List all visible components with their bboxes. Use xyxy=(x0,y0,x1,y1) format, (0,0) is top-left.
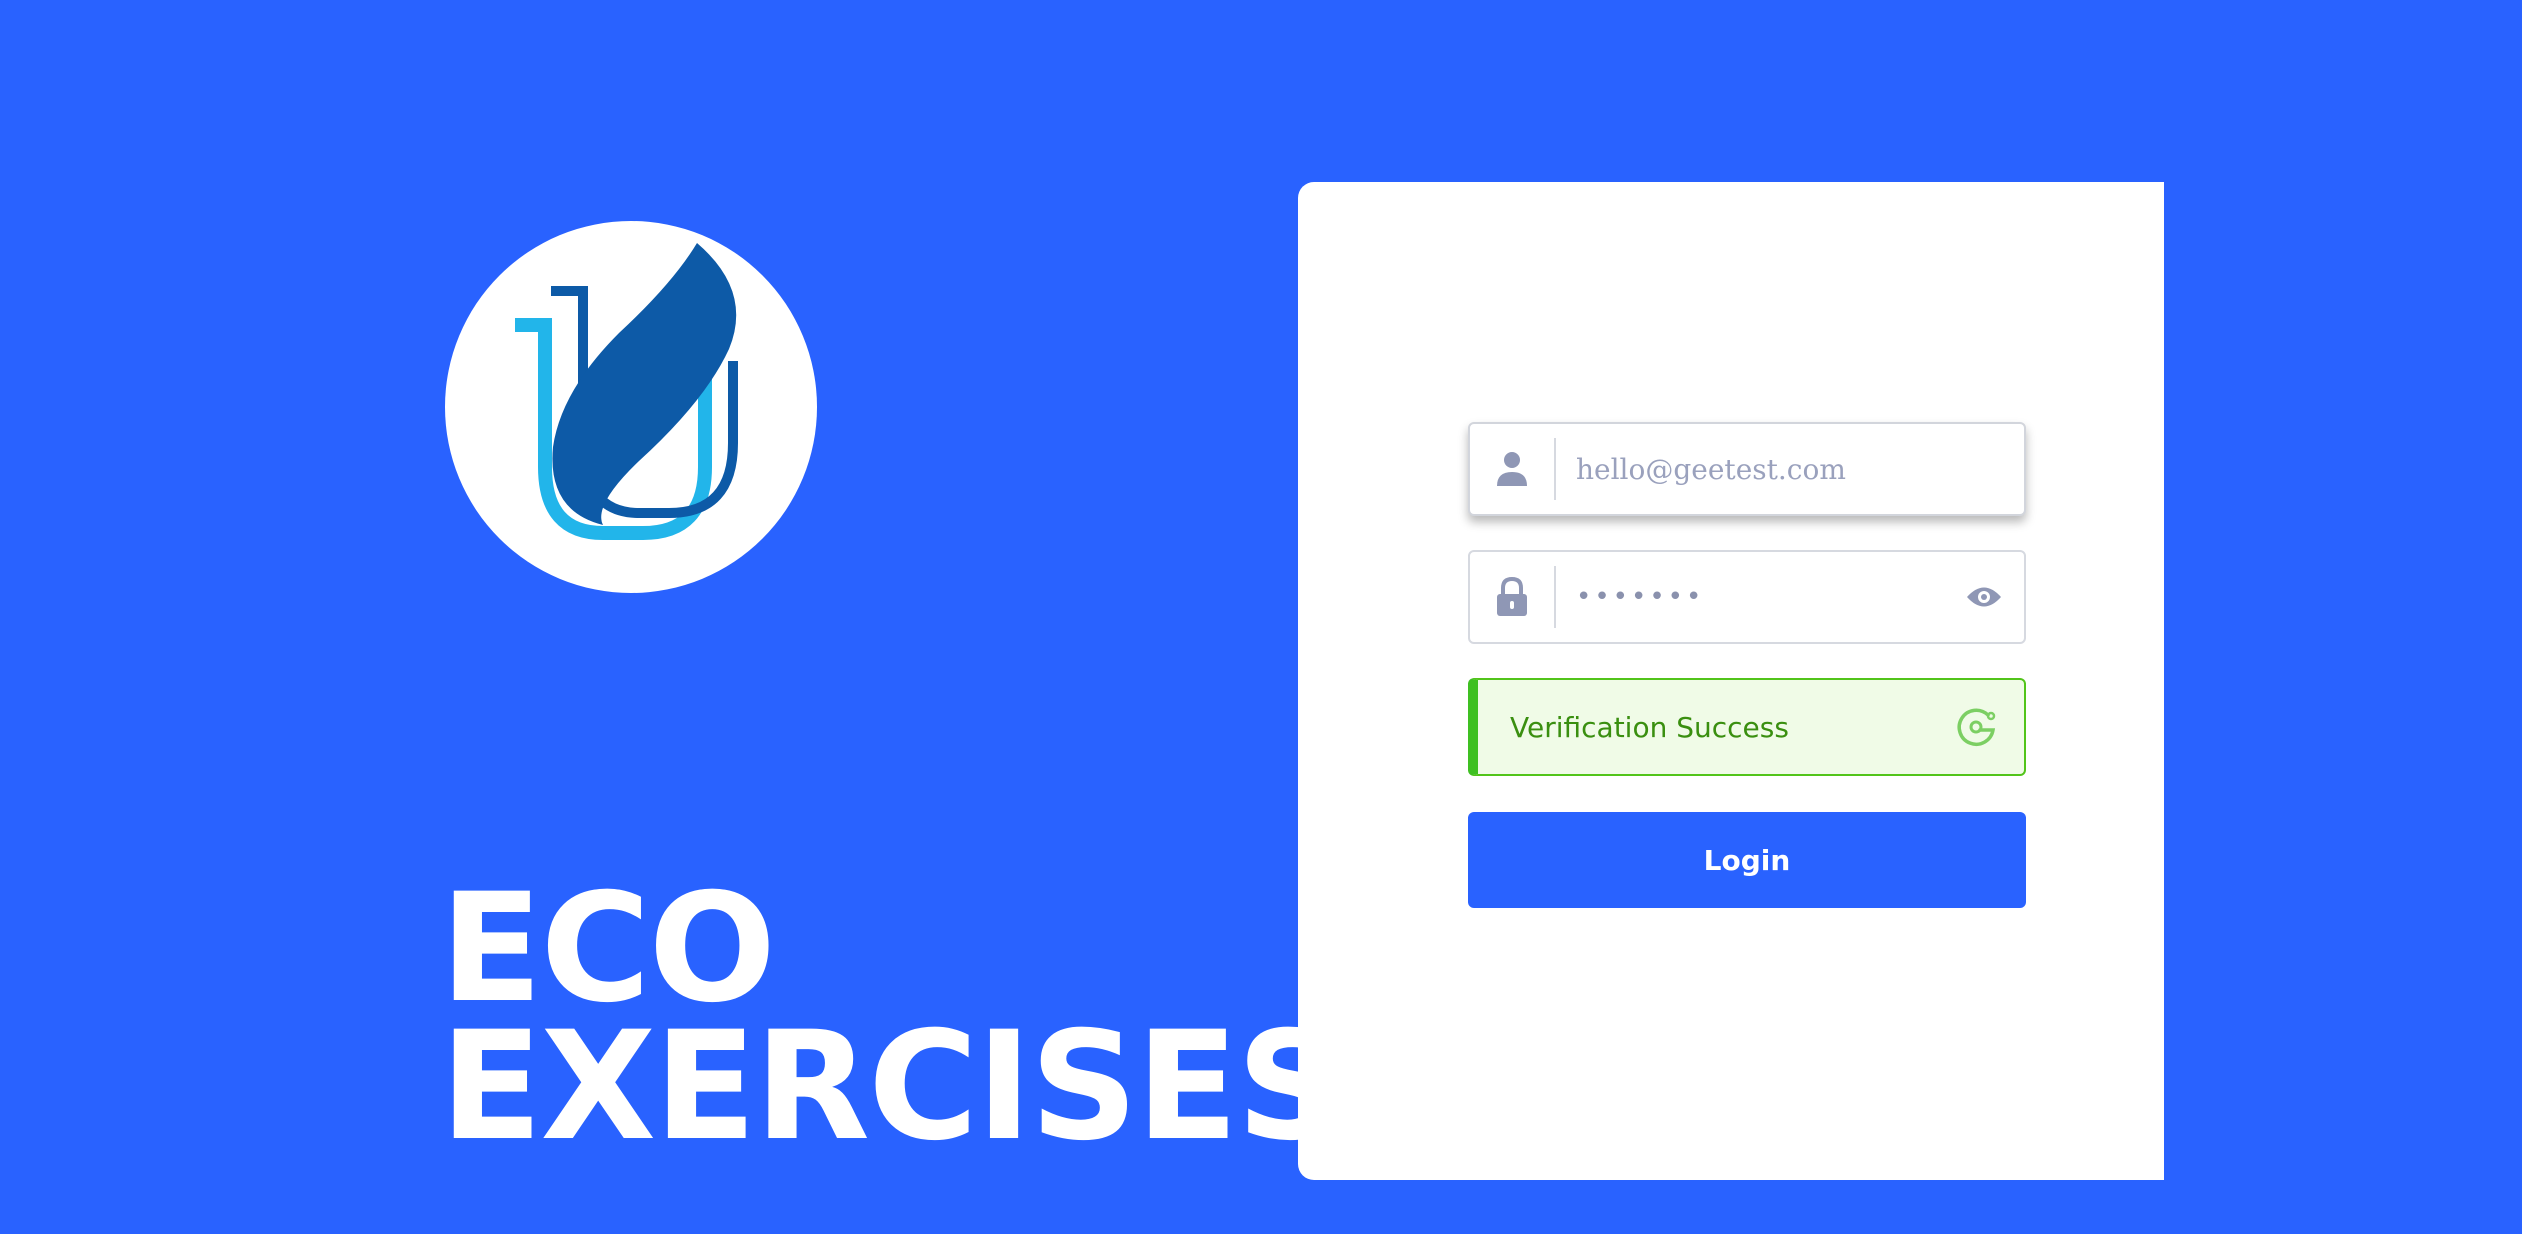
leaf-shield-logo xyxy=(443,221,819,593)
email-value[interactable]: hello@geetest.com xyxy=(1556,453,2024,486)
login-card: hello@geetest.com ••••••• Verification S… xyxy=(1298,182,2164,1180)
captcha-verification[interactable]: Verification Success xyxy=(1468,678,2026,776)
password-field[interactable]: ••••••• xyxy=(1468,550,2026,644)
password-value[interactable]: ••••••• xyxy=(1556,582,1954,612)
geetest-icon xyxy=(1954,705,1998,749)
login-button[interactable]: Login xyxy=(1468,812,2026,908)
title-line-1: ECO xyxy=(440,862,776,1036)
login-page: ECO EXERCISES hello@geetest.com ••••••• xyxy=(0,0,2522,1234)
user-icon xyxy=(1470,438,1556,500)
verification-status: Verification Success xyxy=(1510,710,1789,744)
app-title: ECO EXERCISES xyxy=(440,862,1345,1174)
title-line-2: EXERCISES xyxy=(440,1000,1345,1174)
email-field[interactable]: hello@geetest.com xyxy=(1468,422,2026,516)
lock-icon xyxy=(1470,566,1556,628)
eye-icon[interactable] xyxy=(1954,567,2014,627)
